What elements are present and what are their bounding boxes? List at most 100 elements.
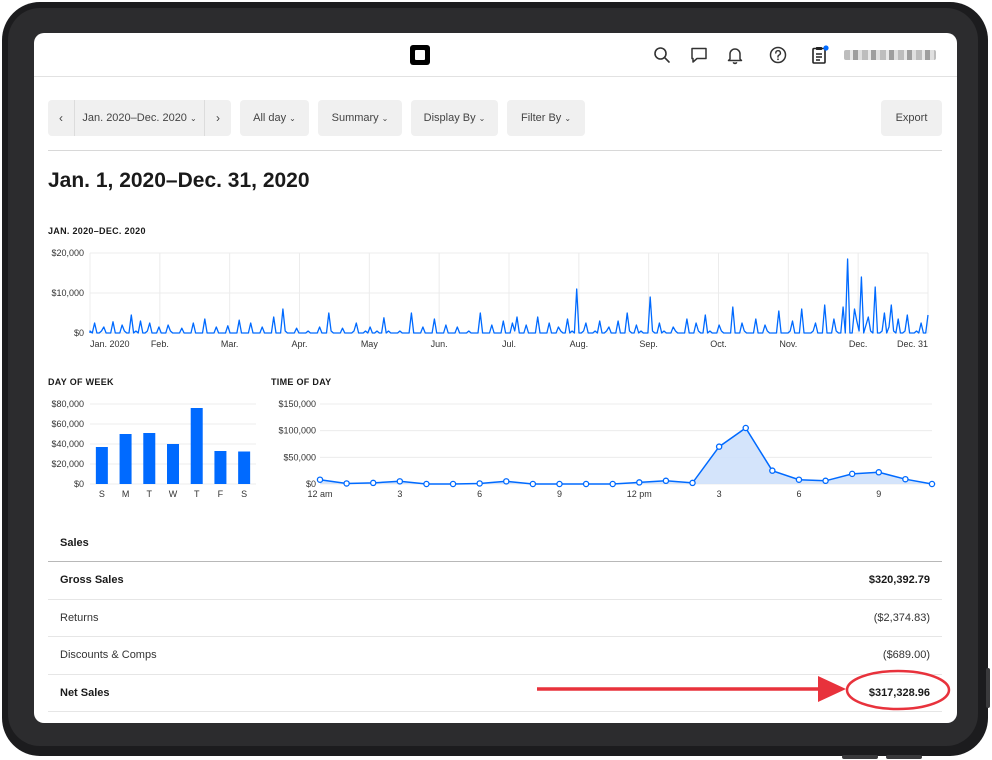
help-icon[interactable] [768, 45, 788, 65]
x-tick-label: 6 [796, 489, 801, 499]
display-by-label: Display By [423, 112, 476, 124]
caret-down-icon: ⌄ [564, 113, 572, 123]
data-point [689, 479, 696, 487]
data-point [848, 470, 856, 478]
x-tick-label: Nov. [779, 339, 797, 349]
date-range-dropdown[interactable]: Jan. 2020–Dec. 2020 ⌄ [74, 100, 205, 136]
y-tick-label: $20,000 [51, 248, 84, 258]
row-value: ($689.00) [882, 649, 930, 662]
profile-name-blurred[interactable] [844, 50, 936, 60]
y-tick-label: $40,000 [51, 439, 84, 449]
x-tick-label: Jun. [431, 339, 448, 349]
side-button [842, 755, 878, 759]
day-of-week-title: DAY OF WEEK [48, 377, 114, 387]
x-tick-label: 3 [717, 489, 722, 499]
bar [143, 433, 156, 484]
data-point [582, 480, 590, 488]
next-range-button[interactable]: › [205, 100, 231, 136]
data-point [316, 476, 324, 483]
x-tick-label: 9 [557, 489, 562, 499]
data-point [476, 480, 483, 487]
square-logo-icon[interactable] [410, 45, 430, 65]
data-point [902, 475, 909, 483]
bar [119, 434, 132, 484]
time-of-day-line [319, 426, 933, 485]
time-of-day-area [320, 428, 932, 484]
chevron-left-icon: ‹ [59, 111, 63, 125]
x-tick-label: T [194, 489, 200, 499]
data-point [662, 477, 670, 485]
x-tick-label: Jan. 2020 [90, 339, 130, 349]
x-tick-label: M [122, 489, 130, 499]
display-by-dropdown[interactable]: Display By ⌄ [411, 100, 498, 136]
bar [238, 451, 251, 484]
chevron-right-icon: › [216, 111, 220, 125]
filter-by-dropdown[interactable]: Filter By ⌄ [507, 100, 585, 136]
x-tick-label: S [99, 489, 105, 499]
time-range-dropdown[interactable]: All day ⌄ [240, 100, 309, 136]
bar [95, 447, 108, 484]
data-point [742, 424, 749, 432]
row-value: ($2,374.83) [873, 611, 930, 624]
filter-divider [48, 150, 942, 151]
summary-dropdown[interactable]: Summary ⌄ [318, 100, 402, 136]
y-tick-label: $0 [74, 479, 84, 489]
annual-sales-chart: $20,000 $10,000 $0 Jan. 2020 Feb. Mar. Apr. May… [51, 248, 929, 349]
x-tick-label: 3 [397, 489, 402, 499]
y-tick-label: $100,000 [278, 426, 316, 436]
x-tick-label: Dec. 31 [897, 339, 928, 349]
x-tick-label: Sep. [639, 339, 658, 349]
x-tick-label: S [241, 489, 247, 499]
x-tick-label: Dec. [849, 339, 868, 349]
day-of-week-chart: $80,000 $60,000 $40,000 $20,000 $0 S M T W T F S [51, 399, 256, 499]
data-point [343, 480, 350, 487]
row-label: Discounts & Comps [60, 649, 157, 662]
app-screen: ‹ Jan. 2020–Dec. 2020 ⌄ › All day ⌄ Summar… [34, 33, 957, 723]
table-row-gross-sales[interactable]: Gross Sales $320,392.79 [48, 562, 942, 600]
data-point [609, 480, 616, 488]
x-tick-label: May [361, 339, 379, 349]
x-tick-label: Apr. [291, 339, 307, 349]
clipboard-icon[interactable] [809, 45, 829, 65]
y-tick-label: $150,000 [278, 399, 316, 409]
data-point [822, 477, 829, 485]
data-point [715, 443, 723, 450]
caret-down-icon: ⌄ [289, 113, 296, 123]
x-tick-label: 6 [477, 489, 482, 499]
bar [190, 408, 203, 484]
data-point [503, 478, 510, 485]
data-point [875, 469, 883, 476]
row-label: Returns [60, 611, 99, 624]
row-value: $320,392.79 [868, 574, 930, 587]
search-icon[interactable] [652, 45, 672, 65]
x-tick-label: Oct. [710, 339, 727, 349]
time-range-label: All day [253, 112, 287, 124]
y-tick-label: $50,000 [283, 452, 316, 462]
x-tick-label: 12 am [307, 489, 332, 499]
page-title: Jan. 1, 2020–Dec. 31, 2020 [48, 169, 310, 192]
data-point [423, 480, 430, 488]
x-tick-label: Jul. [502, 339, 516, 349]
x-tick-label: F [218, 489, 224, 499]
table-row-discounts[interactable]: Discounts & Comps ($689.00) [48, 637, 942, 675]
row-label: Net Sales [60, 686, 110, 699]
table-row-net-sales[interactable]: Net Sales $317,328.96 [48, 675, 942, 712]
y-tick-label: $10,000 [51, 288, 84, 298]
bell-icon[interactable] [725, 45, 745, 65]
data-point [928, 480, 936, 488]
prev-range-button[interactable]: ‹ [48, 100, 74, 136]
notification-dot-icon [823, 45, 829, 51]
caret-down-icon: ⌄ [478, 113, 486, 123]
x-tick-label: 9 [876, 489, 881, 499]
time-of-day-chart: $150,000 $100,000 $50,000 $012 am 3 6 9 12 pm 3 6… [278, 399, 936, 499]
data-point [396, 478, 404, 485]
table-row-returns[interactable]: Returns ($2,374.83) [48, 600, 942, 637]
chat-icon[interactable] [689, 45, 709, 65]
x-tick-label: T [147, 489, 153, 499]
side-button-2 [886, 755, 922, 759]
y-tick-label: $20,000 [51, 459, 84, 469]
x-tick-label: Feb. [151, 339, 169, 349]
export-button[interactable]: Export [881, 100, 942, 136]
caret-down-icon: ⌄ [189, 113, 197, 123]
bar [214, 451, 227, 484]
